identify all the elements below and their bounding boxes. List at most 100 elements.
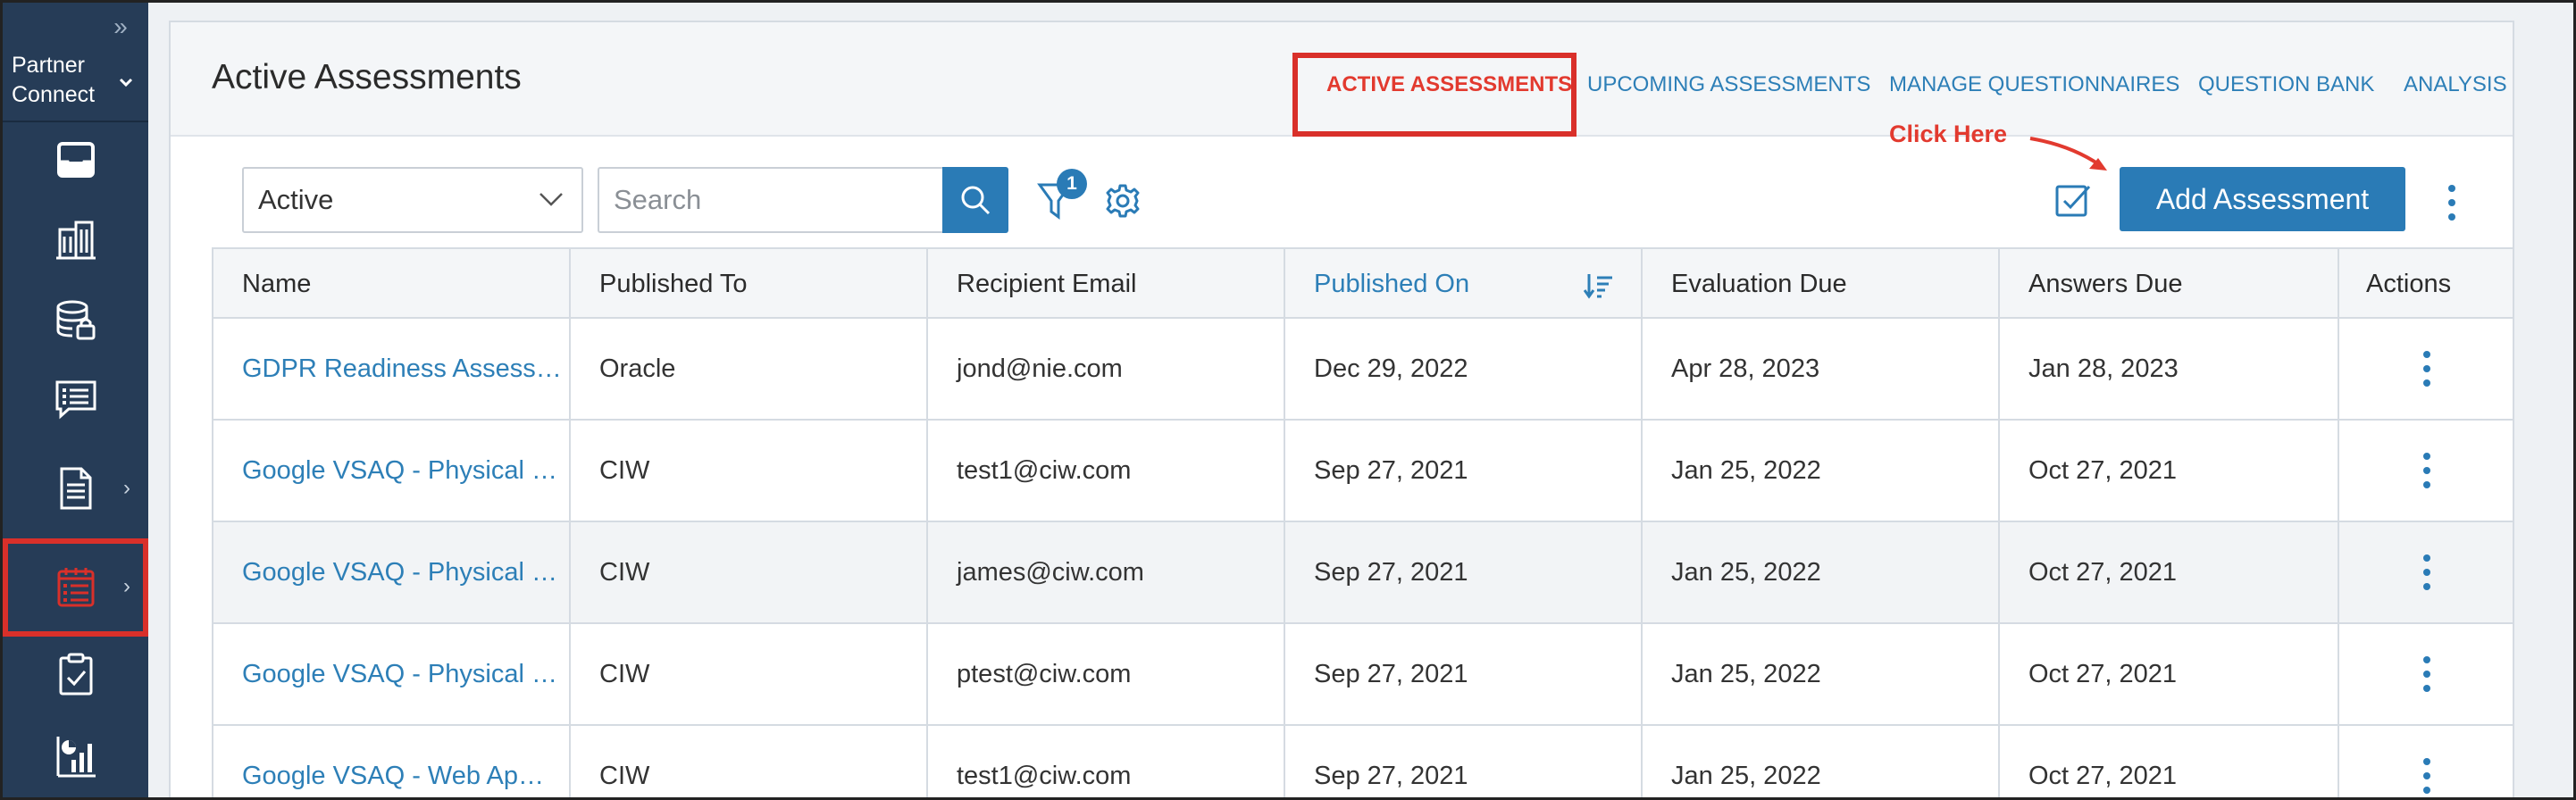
chevron-right-icon: ›	[123, 574, 130, 598]
chevron-down-icon	[539, 193, 563, 206]
table-row[interactable]: Google VSAQ - Physical … CIW james@ciw.com…	[212, 522, 2514, 624]
tab-active-assessments[interactable]: ACTIVE ASSESSMENTS	[1326, 72, 1572, 97]
sidebar-item-tasks[interactable]	[3, 631, 148, 717]
column-header-recipient-email[interactable]: Recipient Email	[928, 249, 1285, 319]
cell-answers-due: Oct 27, 2021	[2000, 624, 2339, 724]
table-row[interactable]: Google VSAQ - Physical … CIW ptest@ciw.com…	[212, 624, 2514, 726]
gear-icon[interactable]	[1105, 183, 1141, 219]
app-frame: » Partner Connect › › Active Assessments…	[0, 0, 2576, 800]
cell-evaluation-due: Apr 28, 2023	[1643, 319, 2000, 419]
cell-published-to: CIW	[571, 726, 928, 797]
search-input[interactable]	[614, 184, 926, 216]
column-header-actions: Actions	[2366, 269, 2452, 298]
row-actions-menu-icon[interactable]	[2421, 348, 2433, 389]
cell-published-to: Oracle	[571, 319, 928, 419]
row-actions-menu-icon[interactable]	[2421, 450, 2433, 491]
row-actions-cell	[2339, 319, 2514, 419]
search-button[interactable]	[942, 167, 1008, 233]
database-lock-icon	[56, 300, 95, 340]
chevron-right-icon: ›	[123, 476, 130, 500]
checklist-icon	[55, 380, 96, 420]
tab-analysis[interactable]: ANALYSIS	[2404, 72, 2507, 97]
column-header-published-on-label: Published On	[1314, 269, 1470, 298]
column-header-answers-due[interactable]: Answers Due	[2000, 249, 2339, 319]
column-header-published-to[interactable]: Published To	[571, 249, 928, 319]
row-actions-menu-icon[interactable]	[2421, 654, 2433, 695]
row-actions-menu-icon[interactable]	[2421, 755, 2433, 796]
cell-recipient-email: ptest@ciw.com	[928, 624, 1285, 724]
cell-name[interactable]: Google VSAQ - Physical …	[213, 522, 571, 622]
column-header-name[interactable]: Name	[213, 249, 571, 319]
sort-descending-icon	[1584, 274, 1612, 299]
bar-chart-icon	[56, 737, 96, 778]
clipboard-check-icon	[59, 653, 92, 696]
inbox-icon	[56, 142, 95, 178]
cell-published-on: Sep 27, 2021	[1285, 421, 1643, 521]
cell-recipient-email: jond@nie.com	[928, 319, 1285, 419]
calendar-list-icon	[57, 568, 94, 607]
cell-name[interactable]: Google VSAQ - Web Ap…	[213, 726, 571, 797]
bulk-select-checkbox-icon[interactable]	[2053, 181, 2093, 221]
column-header-evaluation-due[interactable]: Evaluation Due	[1643, 249, 2000, 319]
add-assessment-button[interactable]: Add Assessment	[2120, 167, 2405, 231]
sidebar: » Partner Connect › ›	[3, 3, 148, 797]
more-options-icon[interactable]	[2445, 181, 2459, 224]
cell-evaluation-due: Jan 25, 2022	[1643, 421, 2000, 521]
cell-recipient-email: test1@ciw.com	[928, 726, 1285, 797]
sidebar-item-requests[interactable]	[3, 356, 148, 442]
table-row[interactable]: GDPR Readiness Assess… Oracle jond@nie.com…	[212, 319, 2514, 421]
cell-recipient-email: test1@ciw.com	[928, 421, 1285, 521]
buildings-icon	[55, 221, 96, 260]
search-icon	[961, 186, 991, 215]
tab-manage-questionnaires[interactable]: MANAGE QUESTIONNAIRES	[1889, 72, 2179, 97]
page-header: Active Assessments ACTIVE ASSESSMENTS UP…	[171, 22, 2513, 137]
annotation-arrow-icon	[2029, 137, 2107, 171]
row-actions-cell	[2339, 522, 2514, 622]
expand-sidebar-icon[interactable]: »	[103, 12, 138, 42]
row-actions-cell	[2339, 624, 2514, 724]
cell-answers-due: Jan 28, 2023	[2000, 319, 2339, 419]
cell-answers-due: Oct 27, 2021	[2000, 726, 2339, 797]
chevron-down-icon	[118, 69, 134, 98]
row-actions-menu-icon[interactable]	[2421, 552, 2433, 593]
row-actions-cell	[2339, 726, 2514, 797]
click-here-annotation: Click Here	[1889, 121, 2008, 147]
cell-recipient-email: james@ciw.com	[928, 522, 1285, 622]
sidebar-item-assessments[interactable]: ›	[3, 538, 148, 637]
sidebar-item-data-inventory[interactable]	[3, 278, 148, 363]
cell-published-on: Dec 29, 2022	[1285, 319, 1643, 419]
cell-name[interactable]: Google VSAQ - Physical …	[213, 421, 571, 521]
page-title: Active Assessments	[212, 58, 522, 96]
cell-evaluation-due: Jan 25, 2022	[1643, 624, 2000, 724]
cell-published-on: Sep 27, 2021	[1285, 726, 1643, 797]
cell-published-to: CIW	[571, 522, 928, 622]
cell-name[interactable]: GDPR Readiness Assess…	[213, 319, 571, 419]
cell-evaluation-due: Jan 25, 2022	[1643, 726, 2000, 797]
column-header-published-on[interactable]: Published On	[1285, 249, 1643, 319]
tab-question-bank[interactable]: QUESTION BANK	[2198, 72, 2374, 97]
main-panel: Active Assessments ACTIVE ASSESSMENTS UP…	[169, 21, 2514, 797]
sidebar-item-organizations[interactable]	[3, 197, 148, 283]
search-field[interactable]	[598, 167, 942, 233]
table-row[interactable]: Google VSAQ - Physical … CIW test1@ciw.com…	[212, 421, 2514, 522]
table-header: Name Published To Recipient Email Publis…	[212, 247, 2514, 319]
cell-published-to: CIW	[571, 624, 928, 724]
sidebar-item-inbox[interactable]	[3, 117, 148, 203]
cell-evaluation-due: Jan 25, 2022	[1643, 522, 2000, 622]
status-filter-value: Active	[258, 184, 334, 215]
document-icon	[60, 467, 91, 510]
tab-upcoming-assessments[interactable]: UPCOMING ASSESSMENTS	[1587, 72, 1870, 97]
filter-count-badge: 1	[1057, 169, 1087, 199]
cell-published-on: Sep 27, 2021	[1285, 522, 1643, 622]
cell-published-on: Sep 27, 2021	[1285, 624, 1643, 724]
cell-published-to: CIW	[571, 421, 928, 521]
sidebar-item-documents[interactable]: ›	[3, 446, 148, 531]
cell-name[interactable]: Google VSAQ - Physical …	[213, 624, 571, 724]
sidebar-item-reports[interactable]	[3, 713, 148, 797]
row-actions-cell	[2339, 421, 2514, 521]
status-filter-select[interactable]: Active	[242, 167, 583, 233]
cell-answers-due: Oct 27, 2021	[2000, 421, 2339, 521]
table-row[interactable]: Google VSAQ - Web Ap… CIW test1@ciw.com Sep…	[212, 726, 2514, 797]
app-switcher[interactable]: Partner Connect	[3, 51, 148, 121]
cell-answers-due: Oct 27, 2021	[2000, 522, 2339, 622]
